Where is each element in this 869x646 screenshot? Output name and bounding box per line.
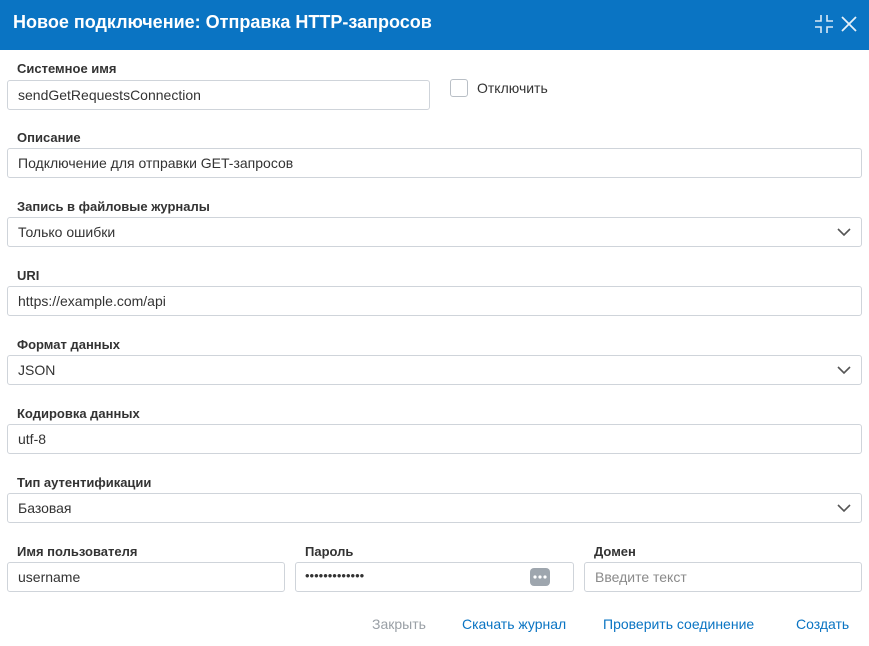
file-logging-select[interactable]: Только ошибки bbox=[7, 217, 862, 247]
download-log-button[interactable]: Скачать журнал bbox=[462, 616, 566, 632]
disable-checkbox-label[interactable]: Отключить bbox=[477, 80, 548, 96]
system-name-label: Системное имя bbox=[17, 61, 117, 76]
disable-checkbox[interactable] bbox=[450, 79, 468, 97]
create-button[interactable]: Создать bbox=[796, 616, 849, 632]
auth-type-value: Базовая bbox=[18, 500, 72, 516]
uri-input[interactable] bbox=[7, 286, 862, 316]
file-logging-value: Только ошибки bbox=[18, 224, 116, 240]
username-label: Имя пользователя bbox=[17, 544, 138, 559]
file-logging-label: Запись в файловые журналы bbox=[17, 199, 210, 214]
data-format-select[interactable]: JSON bbox=[7, 355, 862, 385]
chevron-down-icon bbox=[837, 366, 851, 375]
password-label: Пароль bbox=[305, 544, 354, 559]
username-input[interactable] bbox=[7, 562, 285, 592]
data-encoding-input[interactable] bbox=[7, 424, 862, 454]
data-format-label: Формат данных bbox=[17, 337, 120, 352]
domain-label: Домен bbox=[594, 544, 636, 559]
test-connection-button[interactable]: Проверить соединение bbox=[603, 616, 754, 632]
dialog-title: Новое подключение: Отправка HTTP-запросо… bbox=[13, 12, 432, 32]
auth-type-select[interactable]: Базовая bbox=[7, 493, 862, 523]
data-encoding-label: Кодировка данных bbox=[17, 406, 140, 421]
system-name-input[interactable] bbox=[7, 80, 430, 110]
collapse-icon[interactable] bbox=[813, 13, 835, 35]
data-format-value: JSON bbox=[18, 362, 56, 378]
close-icon[interactable] bbox=[838, 13, 860, 35]
dialog-titlebar: Новое подключение: Отправка HTTP-запросо… bbox=[0, 0, 869, 50]
description-label: Описание bbox=[17, 130, 81, 145]
show-password-icon[interactable] bbox=[529, 567, 551, 587]
chevron-down-icon bbox=[837, 504, 851, 513]
uri-label: URI bbox=[17, 268, 40, 283]
description-input[interactable] bbox=[7, 148, 862, 178]
domain-input[interactable] bbox=[584, 562, 862, 592]
auth-type-label: Тип аутентификации bbox=[17, 475, 152, 490]
password-masked-value: ••••••••••••• bbox=[305, 568, 365, 583]
close-button[interactable]: Закрыть bbox=[372, 616, 426, 632]
chevron-down-icon bbox=[837, 228, 851, 237]
